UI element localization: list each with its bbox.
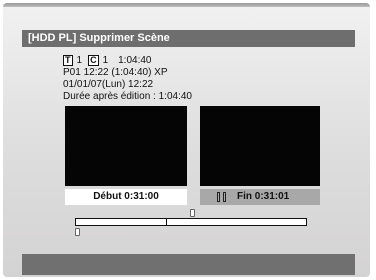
- start-label: Début 0:31:00: [93, 191, 159, 202]
- title-chapter-row: T 1 C 1 1:04:40: [63, 55, 152, 67]
- current-position-marker[interactable]: [190, 209, 195, 217]
- date-info: 01/01/07(Lun) 12:22: [63, 79, 154, 90]
- start-position-marker[interactable]: [75, 228, 80, 236]
- end-label: Fin 0:31:01: [237, 191, 290, 202]
- chapter-badge: C: [88, 55, 99, 66]
- timeline-tick: [166, 218, 167, 226]
- duration-after-edit: Durée après édition : 1:04:40: [63, 91, 192, 102]
- playlist-info: P01 12:22 (1:04:40) XP: [63, 67, 168, 78]
- start-frame-preview: [65, 106, 187, 186]
- end-frame-preview: [200, 106, 320, 186]
- start-point-button[interactable]: Début 0:31:00: [65, 189, 187, 205]
- chapter-number: 1: [102, 55, 109, 66]
- end-point-button[interactable]: Fin 0:31:01: [200, 189, 320, 205]
- chapter-time: 1:04:40: [118, 55, 152, 66]
- title-bar: [HDD PL] Supprimer Scène: [22, 30, 355, 47]
- title-number: 1: [76, 55, 83, 66]
- pause-icon: [217, 192, 227, 202]
- footer-bar: [22, 254, 355, 275]
- title-badge: T: [63, 55, 73, 66]
- screen-title: [HDD PL] Supprimer Scène: [28, 32, 170, 44]
- timeline-bar[interactable]: [75, 218, 307, 226]
- screen-rim: [3, 3, 370, 7]
